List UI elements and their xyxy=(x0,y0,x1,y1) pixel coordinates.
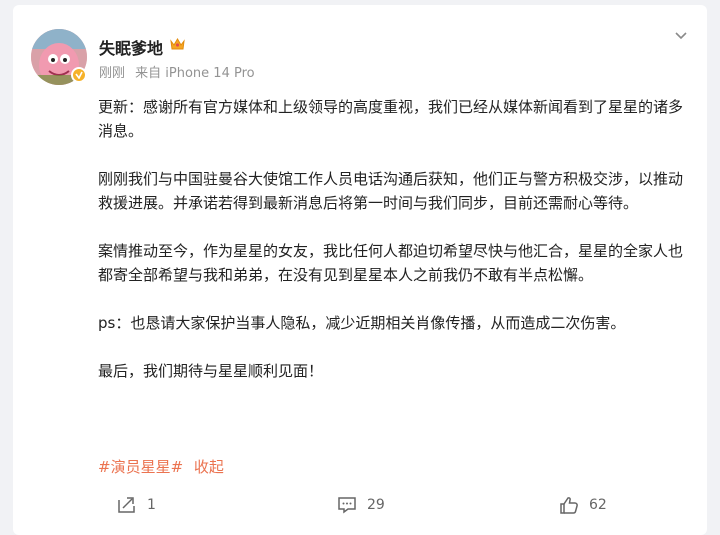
like-button[interactable]: 62 xyxy=(559,487,607,523)
comment-button[interactable]: 29 xyxy=(337,487,385,523)
chevron-down-icon[interactable] xyxy=(673,27,689,43)
post-links: #演员星星# 收起 xyxy=(98,456,224,477)
post-source: 来自 iPhone 14 Pro xyxy=(135,66,255,81)
verified-badge-icon xyxy=(71,67,87,83)
post-paragraph: 更新：感谢所有官方媒体和上级领导的高度重视，我们已经从媒体新闻看到了星星的诸多消… xyxy=(98,98,684,140)
username[interactable]: 失眠爹地 xyxy=(99,35,163,59)
post-card: 失眠爹地 刚刚 来自 iPhone 14 Pro 更新：感谢所有官方媒体和上级领… xyxy=(13,5,707,535)
repost-count: 1 xyxy=(147,497,156,513)
comment-count: 29 xyxy=(367,497,385,513)
action-bar: 1 29 62 xyxy=(13,487,707,523)
like-count: 62 xyxy=(589,497,607,513)
post-paragraph: 案情推动至今，作为星星的女友，我比任何人都迫切希望尽快与他汇合，星星的全家人也都… xyxy=(98,242,684,284)
comment-icon xyxy=(338,497,356,514)
post-paragraph: 最后，我们期待与星星顺利见面！ xyxy=(98,362,324,380)
post-paragraph: 刚刚我们与中国驻曼谷大使馆工作人员电话沟通后获知，他们正与警方积极交涉，以推动救… xyxy=(98,170,684,212)
thumbs-up-icon xyxy=(560,497,578,514)
collapse-link[interactable]: 收起 xyxy=(194,458,224,476)
share-icon xyxy=(118,497,135,513)
post-time[interactable]: 刚刚 xyxy=(99,66,125,81)
hashtag-link[interactable]: #演员星星# xyxy=(98,458,183,476)
crown-icon[interactable] xyxy=(169,36,186,52)
post-content: 更新：感谢所有官方媒体和上级领导的高度重视，我们已经从媒体新闻看到了星星的诸多消… xyxy=(98,95,688,407)
repost-button[interactable]: 1 xyxy=(117,487,156,523)
post-paragraph: ps：也恳请大家保护当事人隐私，减少近期相关肖像传播，从而造成二次伤害。 xyxy=(98,314,626,332)
post-meta: 刚刚 来自 iPhone 14 Pro xyxy=(99,62,255,81)
